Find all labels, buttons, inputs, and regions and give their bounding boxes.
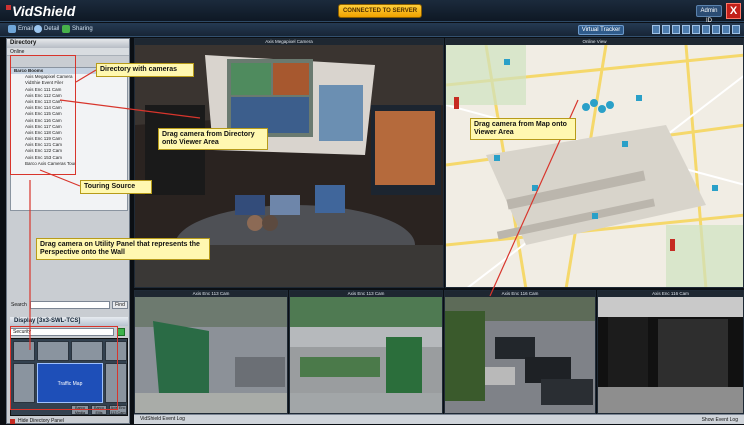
callout-drag-utility: Drag camera on Utility Panel that repres… <box>36 238 210 260</box>
callout-drag-map: Drag camera from Map onto Viewer Area <box>470 118 576 140</box>
callout-touring: Touring Source <box>80 180 152 194</box>
callout-directory: Directory with cameras <box>96 63 194 77</box>
callout-drag-directory: Drag camera from Directory onto Viewer A… <box>158 128 268 150</box>
